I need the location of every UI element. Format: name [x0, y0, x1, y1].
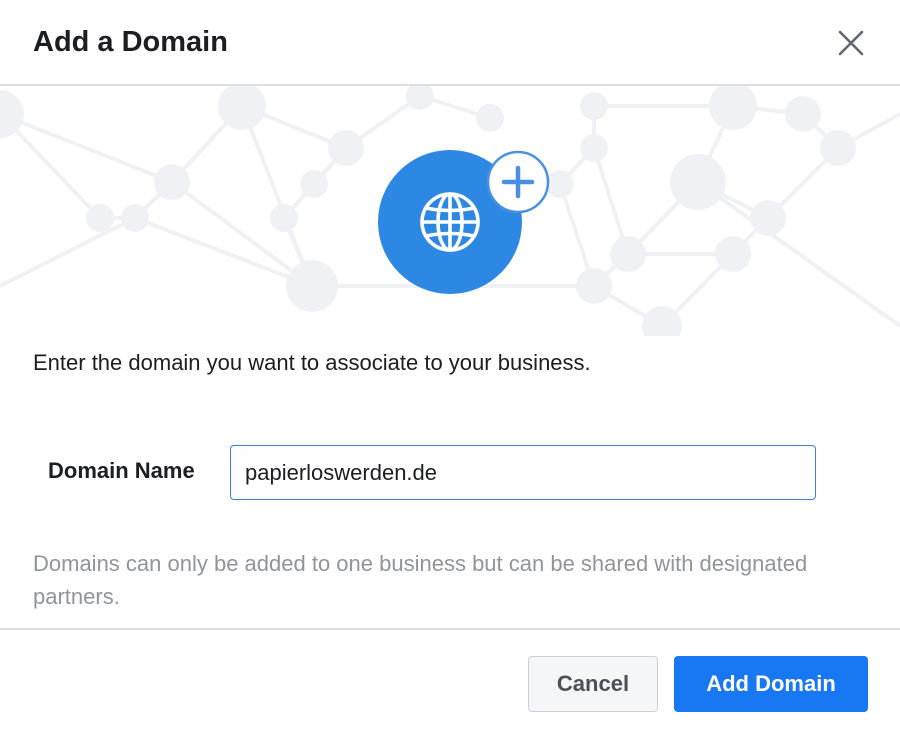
domain-illustration: [378, 150, 558, 300]
dialog-title: Add a Domain: [33, 26, 228, 58]
hero-illustration: [0, 86, 900, 336]
add-domain-dialog: Add a Domain Enter the domain you want t…: [0, 0, 900, 734]
dialog-footer: Cancel Add Domain: [0, 628, 900, 734]
plus-badge: [486, 150, 550, 214]
instruction-text: Enter the domain you want to associate t…: [33, 350, 591, 375]
cancel-button[interactable]: Cancel: [528, 656, 658, 712]
domain-name-input[interactable]: [230, 445, 816, 500]
domain-name-label: Domain Name: [48, 458, 195, 483]
close-button[interactable]: [832, 24, 870, 62]
add-domain-button[interactable]: Add Domain: [674, 656, 868, 712]
dialog-header: Add a Domain: [0, 0, 900, 86]
helper-text: Domains can only be added to one busines…: [33, 551, 808, 609]
globe-icon: [420, 192, 480, 252]
close-icon: [838, 30, 864, 56]
